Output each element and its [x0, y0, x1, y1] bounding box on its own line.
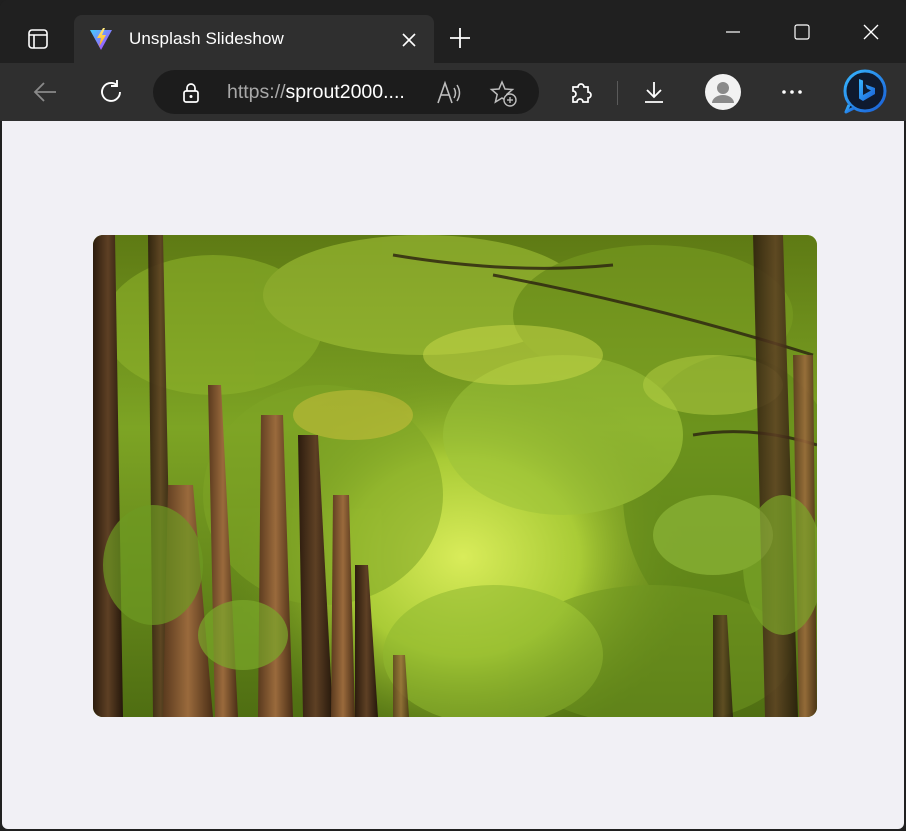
tab-unsplash-slideshow[interactable]: Unsplash Slideshow — [74, 15, 434, 63]
tab-actions-button[interactable] — [16, 20, 60, 58]
address-bar[interactable]: https://sprout2000.... — [153, 70, 539, 114]
minimize-icon[interactable] — [710, 12, 756, 52]
url-scheme: https:// — [227, 81, 286, 103]
read-aloud-icon[interactable] — [435, 79, 463, 107]
browser-window: Unsplash Slideshow https://sprout2000...… — [0, 0, 906, 831]
bing-icon[interactable] — [840, 67, 890, 117]
back-button[interactable] — [24, 71, 66, 113]
favorite-add-icon[interactable] — [489, 79, 519, 109]
vite-logo-icon — [90, 28, 112, 50]
tab-actions-icon — [28, 29, 48, 49]
reload-icon — [101, 80, 121, 102]
puzzle-icon — [572, 83, 592, 103]
profile-button[interactable] — [702, 71, 744, 113]
forest-photo — [93, 235, 817, 717]
more-button[interactable] — [771, 71, 813, 113]
profile-avatar-icon — [705, 74, 741, 110]
close-icon[interactable] — [398, 29, 420, 51]
slideshow-image[interactable] — [93, 235, 817, 717]
url-text[interactable]: https://sprout2000.... — [227, 81, 427, 104]
plus-icon[interactable] — [444, 22, 476, 54]
tab-strip: Unsplash Slideshow — [0, 0, 906, 63]
browser-toolbar: https://sprout2000.... — [0, 63, 906, 121]
tab-title: Unsplash Slideshow — [129, 29, 284, 48]
download-icon — [645, 82, 663, 103]
maximize-icon[interactable] — [779, 12, 825, 52]
reload-button[interactable] — [90, 71, 132, 113]
downloads-button[interactable] — [633, 71, 675, 113]
close-window-icon[interactable] — [848, 12, 894, 52]
more-icon — [782, 90, 802, 94]
extensions-button[interactable] — [561, 71, 603, 113]
page-content — [2, 121, 904, 829]
url-host: sprout2000.... — [285, 81, 405, 103]
lock-icon[interactable] — [181, 82, 201, 104]
back-arrow-icon — [33, 82, 56, 102]
toolbar-separator — [617, 81, 618, 105]
